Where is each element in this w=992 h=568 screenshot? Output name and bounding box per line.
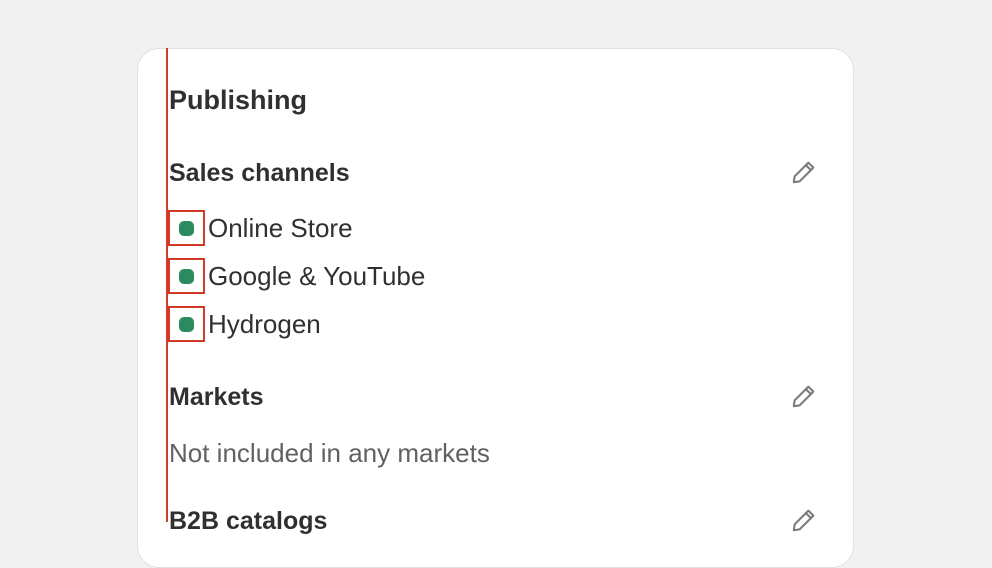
markets-empty-text: Not included in any markets (169, 438, 490, 468)
card-title: Publishing (169, 85, 307, 115)
b2b-catalogs-heading: B2B catalogs (169, 507, 328, 535)
edit-markets-button[interactable] (786, 378, 822, 414)
list-item: Online Store (168, 208, 353, 248)
list-item: Hydrogen (168, 304, 321, 344)
edit-sales-channels-button[interactable] (786, 154, 822, 190)
status-dot (179, 316, 194, 332)
markets-heading: Markets (169, 383, 264, 411)
sales-channels-heading: Sales channels (169, 159, 350, 187)
pencil-icon (792, 385, 815, 408)
pencil-icon (792, 161, 815, 184)
channel-label: Google & YouTube (208, 261, 426, 291)
channel-label: Online Store (208, 213, 353, 243)
status-indicator (168, 306, 205, 342)
status-dot (179, 268, 194, 284)
status-dot (179, 220, 194, 236)
channel-label: Hydrogen (208, 309, 321, 339)
status-indicator (168, 258, 205, 294)
edit-b2b-catalogs-button[interactable] (786, 502, 822, 538)
list-item: Google & YouTube (168, 256, 425, 296)
status-indicator (168, 210, 205, 246)
pencil-icon (792, 509, 815, 532)
